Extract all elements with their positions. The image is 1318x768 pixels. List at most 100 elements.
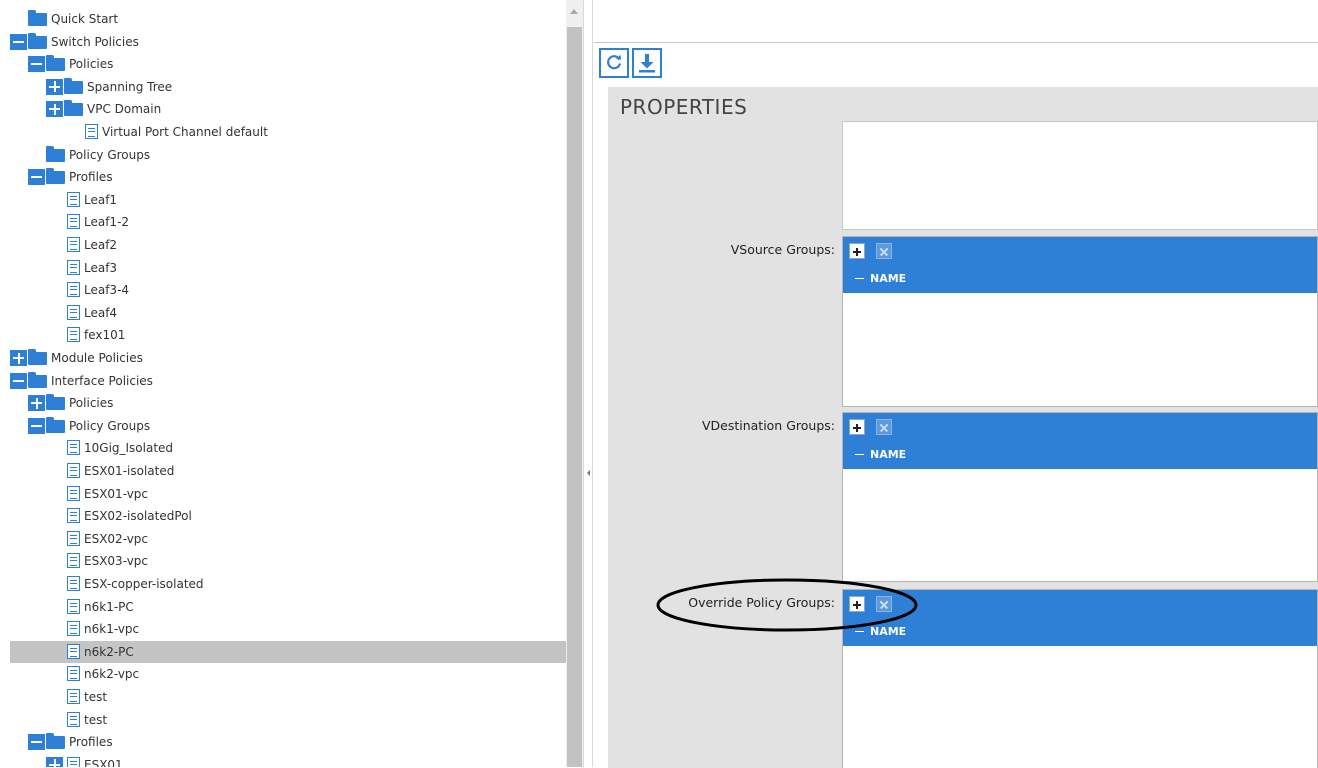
tree-item-profiles[interactable]: Profiles <box>0 166 566 188</box>
document-icon <box>67 463 80 478</box>
folder-icon <box>46 394 65 411</box>
tree-item-label: Policies <box>69 396 114 411</box>
tree-item-label: Interface Policies <box>51 373 153 388</box>
tree-item-leaf1[interactable]: Leaf1 <box>0 189 566 211</box>
tree-item-policies[interactable]: Policies <box>0 53 566 75</box>
tree-item-esx02-vpc[interactable]: ESX02-vpc <box>0 528 566 550</box>
tree-item-label: Spanning Tree <box>87 79 173 94</box>
tree-item-leaf1-2[interactable]: Leaf1-2 <box>0 211 566 233</box>
properties-area: PROPERTIES VSource Groups: NAME VDestina… <box>608 87 1318 768</box>
tree-item-n6k1-pc[interactable]: n6k1-PC <box>0 596 566 618</box>
sort-dash-icon <box>855 277 864 279</box>
expand-icon[interactable] <box>46 101 63 118</box>
expand-icon[interactable] <box>46 756 63 767</box>
collapse-icon[interactable] <box>28 169 45 186</box>
expand-icon[interactable] <box>46 78 63 95</box>
tree-item-module-policies[interactable]: Module Policies <box>0 347 566 369</box>
tree-item-quick-start[interactable]: Quick Start <box>0 8 566 30</box>
tree-item-profiles[interactable]: Profiles <box>0 731 566 753</box>
tree-scrollbar[interactable] <box>566 0 583 767</box>
tree-item-leaf2[interactable]: Leaf2 <box>0 234 566 256</box>
folder-icon <box>46 145 65 162</box>
download-button[interactable] <box>632 48 662 78</box>
tree-item-n6k2-pc[interactable]: n6k2-PC <box>10 640 566 663</box>
folder-icon <box>28 371 47 388</box>
vdestination-name-column[interactable]: NAME <box>855 448 906 461</box>
document-icon <box>67 756 80 767</box>
tree-item-test[interactable]: test <box>0 709 566 731</box>
collapse-icon[interactable] <box>28 56 45 73</box>
document-icon <box>67 621 80 637</box>
vsource-add-button[interactable] <box>849 243 865 259</box>
download-icon <box>639 54 655 73</box>
tree-item-leaf4[interactable]: Leaf4 <box>0 302 566 324</box>
override-delete-button[interactable] <box>876 596 892 612</box>
tree-item-label: Virtual Port Channel default <box>102 125 268 139</box>
tree-item-switch-policies[interactable]: Switch Policies <box>0 31 566 53</box>
tree-item-10gig-isolated[interactable]: 10Gig_Isolated <box>0 437 566 459</box>
description-textarea[interactable] <box>842 121 1318 230</box>
refresh-icon <box>607 54 622 70</box>
refresh-button[interactable] <box>599 48 629 78</box>
vdestination-groups-label: VDestination Groups: <box>701 418 835 433</box>
tree-item-label: 10Gig_Isolated <box>84 441 174 456</box>
vsource-name-column[interactable]: NAME <box>855 272 906 285</box>
tree-item-n6k1-vpc[interactable]: n6k1-vpc <box>0 618 566 640</box>
folder-icon <box>64 100 83 117</box>
tree-item-n6k2-vpc[interactable]: n6k2-vpc <box>0 663 566 685</box>
tree-item-esx-copper-isolated[interactable]: ESX-copper-isolated <box>0 573 566 595</box>
tree-item-policy-groups[interactable]: Policy Groups <box>0 144 566 166</box>
tree-item-leaf3-4[interactable]: Leaf3-4 <box>0 279 566 301</box>
vdestination-add-button[interactable] <box>849 419 865 435</box>
tree-item-label: Module Policies <box>51 351 143 365</box>
tree-item-label: n6k2-PC <box>84 644 134 659</box>
collapse-icon[interactable] <box>10 372 27 389</box>
tree-item-esx02-isolatedpol[interactable]: ESX02-isolatedPol <box>0 505 566 527</box>
document-icon <box>67 327 80 343</box>
vsource-groups-table[interactable]: NAME <box>842 236 1318 407</box>
folder-icon <box>28 32 47 49</box>
override-policy-groups-table[interactable]: NAME <box>842 589 1318 768</box>
collapse-icon[interactable] <box>10 33 27 50</box>
tree-item-label: ESX01 <box>84 757 123 767</box>
tree-item-label: Policies <box>69 57 114 72</box>
tree-item-esx03-vpc[interactable]: ESX03-vpc <box>0 550 566 572</box>
override-policy-groups-label: Override Policy Groups: <box>688 595 835 610</box>
document-icon <box>67 643 80 659</box>
name-column-label: NAME <box>870 272 907 285</box>
vsource-delete-button[interactable] <box>876 243 892 259</box>
scroll-up-arrow-icon[interactable] <box>570 9 578 14</box>
vdestination-groups-table[interactable]: NAME <box>842 412 1318 582</box>
collapse-icon[interactable] <box>28 734 45 751</box>
tree-item-vpc-domain[interactable]: VPC Domain <box>0 98 566 120</box>
folder-icon <box>46 55 65 72</box>
collapse-icon[interactable] <box>28 417 45 434</box>
tree-item-test[interactable]: test <box>0 686 566 708</box>
tree-item-esx01-vpc[interactable]: ESX01-vpc <box>0 483 566 505</box>
expand-icon[interactable] <box>10 350 27 366</box>
tree-item-virtual-port-channel-default[interactable]: Virtual Port Channel default <box>0 121 566 143</box>
tree-item-policies[interactable]: Policies <box>0 392 566 414</box>
document-icon <box>67 191 80 207</box>
document-icon <box>67 508 80 524</box>
tree-item-leaf3[interactable]: Leaf3 <box>0 257 566 279</box>
tree-item-label: Leaf3-4 <box>84 283 130 298</box>
tree-item-esx01-isolated[interactable]: ESX01-isolated <box>0 460 566 482</box>
tree-item-policy-groups[interactable]: Policy Groups <box>0 415 566 437</box>
scroll-thumb[interactable] <box>567 27 582 767</box>
name-column-label: NAME <box>870 448 907 461</box>
tree-item-interface-policies[interactable]: Interface Policies <box>0 370 566 392</box>
override-name-column[interactable]: NAME <box>855 625 906 638</box>
override-add-button[interactable] <box>849 596 865 612</box>
tree-item-label: Leaf3 <box>84 260 118 275</box>
tree-item-spanning-tree[interactable]: Spanning Tree <box>0 76 566 98</box>
folder-icon <box>28 10 47 26</box>
vdestination-delete-button[interactable] <box>876 419 892 435</box>
tree-item-label: ESX-copper-isolated <box>84 577 204 591</box>
tree-item-fex101[interactable]: fex101 <box>0 324 566 346</box>
expand-icon[interactable] <box>28 395 45 412</box>
panel-splitter[interactable] <box>583 0 593 767</box>
collapse-arrow-icon[interactable] <box>587 470 590 476</box>
tree-item-esx01[interactable]: ESX01 <box>0 754 566 767</box>
tree-item-label: ESX01-vpc <box>84 486 149 501</box>
